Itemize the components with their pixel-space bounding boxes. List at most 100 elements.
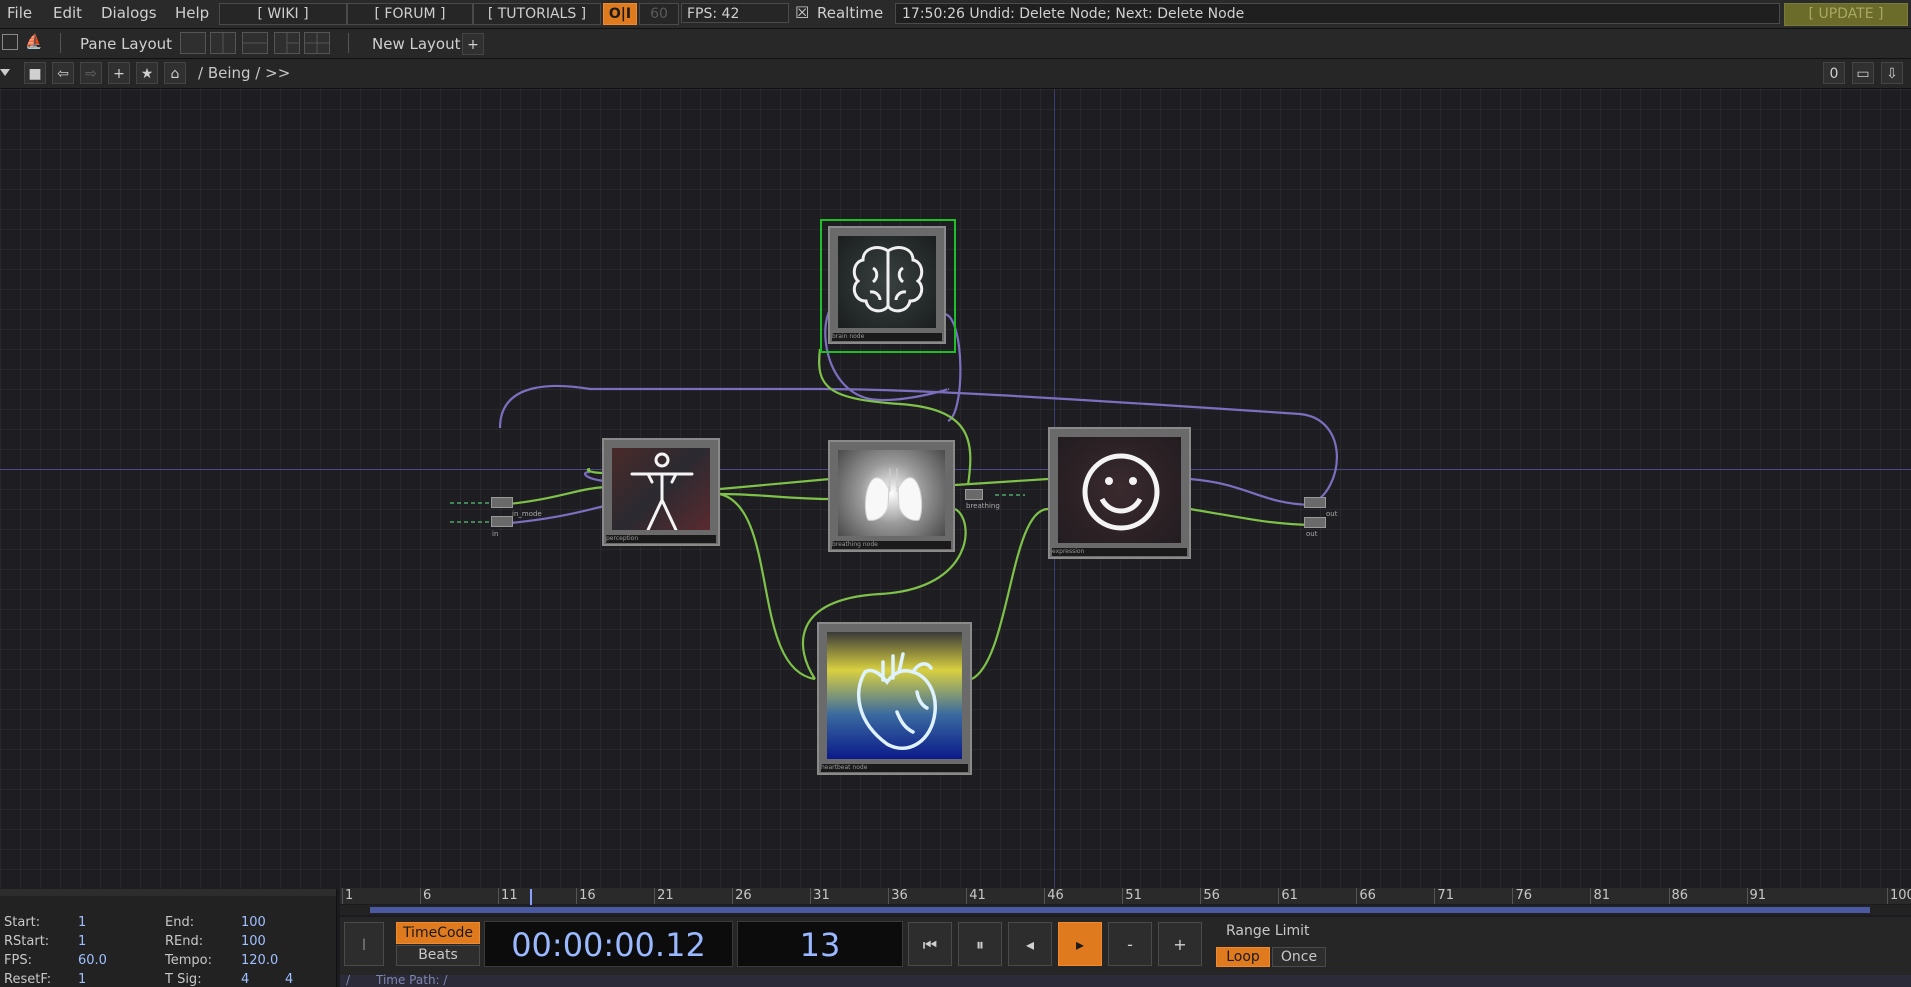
expression-node[interactable]: expression [1048, 427, 1191, 559]
wire-green [971, 507, 1049, 680]
pause-icon[interactable]: ⏸ [958, 922, 1002, 966]
home-icon[interactable]: ⌂ [164, 62, 186, 84]
add-icon[interactable]: + [108, 62, 130, 84]
once-toggle[interactable]: Once [1272, 947, 1326, 967]
timeline-tick: 21 [657, 888, 674, 903]
pin-icon[interactable]: ⇩ [1881, 62, 1903, 84]
menu-file[interactable]: File [7, 4, 32, 22]
rstart-label: RStart: [4, 934, 50, 949]
layout-quad-icon[interactable] [304, 32, 330, 54]
output-op-1[interactable] [1304, 497, 1326, 508]
layout-three-pane-icon[interactable] [274, 32, 300, 54]
timecode-toggle[interactable]: TimeCode [396, 922, 480, 944]
loop-toggle[interactable]: Loop [1216, 947, 1270, 967]
start-value[interactable]: 1 [78, 915, 86, 930]
maximize-icon[interactable]: ▭ [1852, 62, 1874, 84]
tempo-value[interactable]: 120.0 [241, 953, 278, 968]
wire-green [719, 477, 831, 491]
layout-split-vertical-icon[interactable] [210, 32, 236, 54]
heart-icon [857, 652, 937, 750]
tick-mark [1887, 888, 1888, 904]
heartbeat-node[interactable]: heartbeat node [817, 622, 972, 775]
tick-mark [732, 888, 734, 904]
perception-node[interactable]: perception [602, 438, 720, 546]
node-label: heartbeat node [821, 764, 968, 772]
op-label: out [1326, 510, 1338, 518]
stop-icon[interactable]: ■ [24, 62, 46, 84]
input-op-2[interactable] [491, 516, 513, 527]
dropdown-arrow-icon[interactable] [0, 69, 10, 76]
frame-display[interactable]: 13 [737, 921, 903, 967]
network-path[interactable]: / Being / >> [198, 64, 290, 82]
timeline-tick: 16 [579, 888, 596, 903]
timeline-tick: 46 [1047, 888, 1064, 903]
rend-value[interactable]: 100 [241, 934, 266, 949]
timeline-ruler[interactable]: 1 6 11 16 21 26 31 36 41 46 51 56 61 66 71 76 81 86 91 100 [340, 888, 1911, 904]
slash-icon: / [346, 973, 351, 987]
range-limit-label: Range Limit [1226, 923, 1310, 939]
wire-green [719, 492, 831, 501]
counter-field[interactable]: 0 [1823, 62, 1845, 84]
node-label: brain node [832, 333, 942, 341]
new-layout-label: New Layout [372, 35, 461, 53]
menu-bar: File Edit Dialogs Help [ WIKI ] [ FORUM … [0, 0, 1911, 29]
end-value[interactable]: 100 [241, 915, 266, 930]
rstart-value[interactable]: 1 [78, 934, 86, 949]
layout-single-icon[interactable] [180, 32, 206, 54]
fps-value[interactable]: 60.0 [78, 953, 107, 968]
tick-mark [1044, 888, 1046, 904]
realtime-checkbox[interactable]: ☒ [795, 3, 809, 22]
step-back-icon[interactable]: ◂ [1008, 922, 1052, 966]
beats-toggle[interactable]: Beats [396, 945, 480, 966]
breathing-op[interactable] [965, 489, 983, 500]
play-icon[interactable]: ▸ [1058, 922, 1102, 966]
tick-mark [966, 888, 968, 904]
cursor-icon[interactable]: I [344, 922, 384, 966]
timeline-tick: 26 [735, 888, 752, 903]
perception-thumbnail [612, 448, 710, 530]
rate-decrease-button[interactable]: - [1108, 922, 1152, 966]
cook-toggle-button[interactable]: O|I [603, 3, 637, 25]
menu-edit[interactable]: Edit [53, 4, 82, 22]
timeline-scrubbar[interactable] [340, 905, 1911, 915]
tick-mark [1668, 888, 1670, 904]
transport-controls: I TimeCode Beats 00:00:00.12 13 ⏮ ⏸ ◂ ▸ … [340, 917, 1911, 975]
panel-header [0, 889, 336, 896]
tsig-value-2[interactable]: 4 [285, 972, 293, 987]
tutorials-button[interactable]: [ TUTORIALS ] [473, 3, 601, 25]
tsig-value-1[interactable]: 4 [241, 972, 249, 987]
timecode-display[interactable]: 00:00:00.12 [484, 921, 733, 967]
network-editor[interactable]: brain node perception breathing node exp… [0, 89, 1911, 889]
output-op-2[interactable] [1304, 517, 1326, 528]
menu-dialogs[interactable]: Dialogs [101, 4, 157, 22]
fps-cap-field[interactable]: 60 [639, 3, 679, 25]
timeline-tick: 11 [501, 888, 518, 903]
forum-button[interactable]: [ FORUM ] [347, 3, 473, 25]
menu-help[interactable]: Help [175, 4, 209, 22]
tick-mark [888, 888, 890, 904]
update-button[interactable]: [ UPDATE ] [1784, 3, 1908, 26]
rewind-to-start-icon[interactable]: ⏮ [908, 922, 952, 966]
brain-node[interactable]: brain node [828, 226, 946, 344]
image-icon[interactable] [2, 34, 18, 50]
node-label: perception [606, 535, 716, 543]
add-layout-button[interactable]: + [462, 33, 484, 55]
input-op-1[interactable] [491, 497, 513, 508]
bookmark-star-icon[interactable]: ★ [136, 62, 158, 84]
forward-icon[interactable]: ⇨ [80, 62, 102, 84]
resetf-value[interactable]: 1 [78, 972, 86, 987]
rate-increase-button[interactable]: + [1158, 922, 1202, 966]
separator [348, 33, 349, 53]
playhead[interactable] [530, 889, 532, 905]
timeline-tick: 61 [1281, 888, 1298, 903]
range-bar[interactable] [370, 907, 1870, 913]
layout-split-horizontal-icon[interactable] [242, 32, 268, 54]
breathing-node[interactable]: breathing node [828, 440, 955, 552]
time-info-panel: Start: 1 End: 100 RStart: 1 REnd: 100 FP… [0, 889, 337, 987]
back-icon[interactable]: ⇦ [52, 62, 74, 84]
wiki-button[interactable]: [ WIKI ] [219, 3, 347, 25]
start-label: Start: [4, 915, 41, 930]
timeline-tick: 36 [891, 888, 908, 903]
timeline-tick: 86 [1671, 888, 1689, 903]
boat-icon[interactable]: ⛵ [25, 34, 43, 50]
